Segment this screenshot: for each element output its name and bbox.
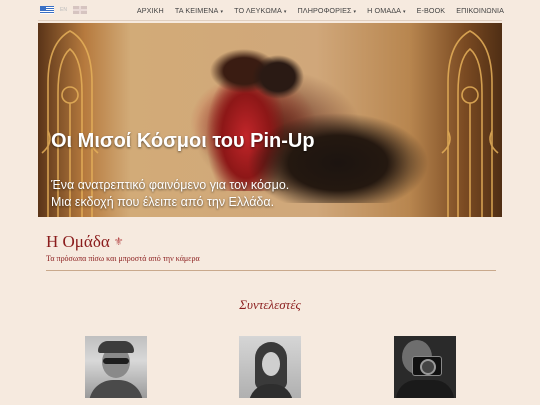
art-deco-ornament-right bbox=[441, 30, 499, 217]
nav-item-label: ΤΑ ΚΕΙΜΕΝΑ bbox=[174, 6, 219, 15]
fleur-de-lis-icon: ⚜ bbox=[113, 236, 124, 248]
caret-down-icon: ▾ bbox=[353, 9, 357, 15]
sunglasses-icon bbox=[103, 358, 129, 364]
credits-heading: Συντελεστές bbox=[239, 297, 301, 312]
avatar-shape bbox=[262, 352, 280, 376]
nav-item-label: ΑΡΧΙΚΗ bbox=[136, 6, 164, 15]
nav-item-label: ΕΠΙΚΟΙΝΩΝΙΑ bbox=[456, 6, 504, 15]
page-title-text: Η Ομάδα bbox=[46, 232, 110, 251]
section-divider bbox=[46, 270, 496, 271]
nav-item-contact[interactable]: ΕΠΙΚΟΙΝΩΝΙΑ bbox=[456, 6, 504, 15]
lang-en-label[interactable]: EN bbox=[60, 7, 67, 13]
hat-icon bbox=[98, 341, 134, 353]
caret-down-icon: ▾ bbox=[283, 9, 287, 15]
nav-item-label: Η ΟΜΑΔΑ bbox=[367, 6, 402, 15]
contributor-photo-2[interactable] bbox=[239, 336, 301, 398]
caret-down-icon: ▾ bbox=[403, 9, 406, 15]
camera-lens-icon bbox=[420, 359, 436, 375]
hero-subtitle: Ένα ανατρεπτικό φαινόμενο για τον κόσμο.… bbox=[51, 177, 289, 211]
contributor-photo-1[interactable] bbox=[85, 336, 147, 398]
nav-item-label: ΠΛΗΡΟΦΟΡΙΕΣ bbox=[297, 6, 352, 15]
hero-banner: Οι Μισοί Κόσμοι του Pin-Up Ένα ανατρεπτι… bbox=[38, 23, 502, 217]
uk-flag-icon[interactable] bbox=[72, 6, 87, 14]
page-subtitle: Τα πρόσωπα πίσω και μπροστά από την κάμε… bbox=[46, 254, 200, 263]
main-nav: ΑΡΧΙΚΗ ΤΑ ΚΕΙΜΕΝΑ ▾ ΤΟ ΛΕΥΚΩΜΑ ▾ ΠΛΗΡΟΦΟΡΙ… bbox=[137, 6, 504, 15]
language-switcher: EN bbox=[40, 6, 87, 14]
avatar-shape bbox=[396, 380, 454, 398]
nav-item-album[interactable]: ΤΟ ΛΕΥΚΩΜΑ ▾ bbox=[234, 6, 286, 15]
hero-title: Οι Μισοί Κόσμοι του Pin-Up bbox=[51, 130, 315, 152]
page-title: Η Ομάδα ⚜ bbox=[46, 232, 124, 252]
nav-item-label: E-BOOK bbox=[416, 6, 446, 15]
nav-item-label: ΤΟ ΛΕΥΚΩΜΑ bbox=[234, 6, 282, 15]
caret-down-icon: ▾ bbox=[220, 9, 224, 15]
hero-subtitle-line-2: Μια εκδοχή που έλειπε από την Ελλάδα. bbox=[51, 195, 275, 209]
hero-subtitle-line-1: Ένα ανατρεπτικό φαινόμενο για τον κόσμο. bbox=[51, 178, 290, 192]
nav-divider bbox=[38, 20, 502, 21]
nav-item-team[interactable]: Η ΟΜΑΔΑ ▾ bbox=[367, 6, 405, 15]
greek-flag-icon[interactable] bbox=[40, 6, 54, 14]
top-bar: EN ΑΡΧΙΚΗ ΤΑ ΚΕΙΜΕΝΑ ▾ ΤΟ ΛΕΥΚΩΜΑ ▾ ΠΛΗΡΟΦ… bbox=[0, 0, 540, 22]
nav-item-home[interactable]: ΑΡΧΙΚΗ bbox=[137, 6, 164, 15]
nav-item-ebook[interactable]: E-BOOK bbox=[417, 6, 446, 15]
nav-item-texts[interactable]: ΤΑ ΚΕΙΜΕΝΑ ▾ bbox=[175, 6, 223, 15]
contributor-photo-3[interactable] bbox=[394, 336, 456, 398]
nav-item-info[interactable]: ΠΛΗΡΟΦΟΡΙΕΣ ▾ bbox=[298, 6, 357, 15]
avatar-shape bbox=[89, 380, 143, 398]
